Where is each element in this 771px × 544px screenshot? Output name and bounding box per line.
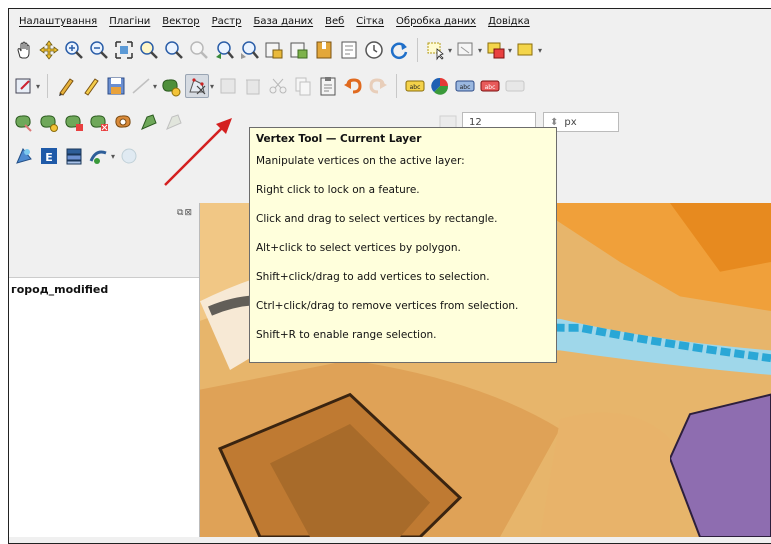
digitize-line-icon[interactable] xyxy=(130,75,152,97)
chevron-down-icon[interactable]: ▾ xyxy=(448,46,452,55)
toggle-editing-pencil-icon[interactable] xyxy=(80,75,102,97)
zoom-in-icon[interactable] xyxy=(63,39,85,61)
digitizing-toolbar: ▾ ▾ ▾ abc abc abc xyxy=(9,69,771,103)
refresh-icon[interactable] xyxy=(388,39,410,61)
label-pin-icon[interactable]: abc xyxy=(454,75,476,97)
toolbar-separator xyxy=(396,74,398,98)
label-highlight-icon[interactable]: abc xyxy=(479,75,501,97)
diagram-icon[interactable] xyxy=(429,75,451,97)
tooltip-line: Alt+click to select vertices by polygon. xyxy=(256,242,461,254)
pan-hand-icon[interactable] xyxy=(13,39,35,61)
menu-bar: Налаштування Плагіни Вектор Растр База д… xyxy=(9,9,771,33)
rotate-feature-icon[interactable] xyxy=(163,111,185,133)
font-unit-label: px xyxy=(564,116,577,128)
chevron-down-icon[interactable]: ▾ xyxy=(153,82,157,91)
zoom-last-icon[interactable] xyxy=(213,39,235,61)
delete-selected-icon[interactable] xyxy=(242,75,264,97)
menu-help[interactable]: Довідка xyxy=(482,16,536,27)
zoom-native-icon[interactable] xyxy=(188,39,210,61)
toggle-editing-icon[interactable] xyxy=(55,75,77,97)
tooltip-line: Shift+click/drag to add vertices to sele… xyxy=(256,271,490,283)
chevron-down-icon[interactable]: ▾ xyxy=(111,152,115,161)
layers-panel-header: ⧉⊠ xyxy=(9,203,199,278)
menu-database[interactable]: База даних xyxy=(247,16,319,27)
fill-ring-icon[interactable] xyxy=(113,111,135,133)
zoom-to-layer-icon[interactable] xyxy=(163,39,185,61)
svg-text:abc: abc xyxy=(460,84,471,91)
modify-attributes-icon[interactable] xyxy=(217,75,239,97)
menu-vector[interactable]: Вектор xyxy=(156,16,205,27)
map-navigation-toolbar: ▾ ▾ ▾ ▾ xyxy=(9,33,771,67)
vertex-tool-tooltip: Vertex Tool — Current Layer Manipulate v… xyxy=(249,127,557,363)
globe-icon[interactable] xyxy=(118,145,140,167)
chevron-down-icon[interactable]: ▾ xyxy=(210,82,214,91)
layer-stack-icon[interactable] xyxy=(63,145,85,167)
menu-web[interactable]: Веб xyxy=(319,16,350,27)
tooltip-line: Shift+R to enable range selection. xyxy=(256,329,437,341)
zoom-to-selection-icon[interactable] xyxy=(138,39,160,61)
svg-text:E: E xyxy=(45,151,53,164)
menu-raster[interactable]: Растр xyxy=(206,16,248,27)
new-map-view-icon[interactable] xyxy=(263,39,285,61)
menu-settings[interactable]: Налаштування xyxy=(9,16,103,27)
copy-features-icon[interactable] xyxy=(292,75,314,97)
layers-panel: ⧉⊠ город_modified xyxy=(9,203,200,537)
gps-icon[interactable] xyxy=(13,145,35,167)
show-bookmarks-icon[interactable] xyxy=(338,39,360,61)
chevron-down-icon[interactable]: ▾ xyxy=(36,82,40,91)
tooltip-line: Right click to lock on a feature. xyxy=(256,184,420,196)
toolbar-separator xyxy=(47,74,49,98)
tooltip-line: Click and drag to select vertices by rec… xyxy=(256,213,498,225)
save-edits-icon[interactable] xyxy=(105,75,127,97)
select-by-value-icon[interactable] xyxy=(485,39,507,61)
label-toolbar-icon[interactable]: abc xyxy=(404,75,426,97)
panel-float-close-icons[interactable]: ⧉⊠ xyxy=(177,208,193,218)
new-3d-view-icon[interactable] xyxy=(288,39,310,61)
select-location-icon[interactable] xyxy=(515,39,537,61)
chevron-down-icon[interactable]: ▾ xyxy=(478,46,482,55)
toolbar-separator xyxy=(417,38,418,62)
tooltip-title: Vertex Tool — Current Layer xyxy=(256,133,422,145)
undo-icon[interactable] xyxy=(342,75,364,97)
svg-text:abc: abc xyxy=(410,84,421,91)
split-features-icon[interactable] xyxy=(63,111,85,133)
chevron-down-icon[interactable]: ▾ xyxy=(508,46,512,55)
tooltip-line: Manipulate vertices on the active layer: xyxy=(256,155,465,167)
zoom-full-icon[interactable] xyxy=(113,39,135,61)
layer-item[interactable]: город_modified xyxy=(11,283,108,296)
label-show-hide-icon[interactable] xyxy=(504,75,526,97)
vertex-tool-icon[interactable] xyxy=(185,74,210,98)
menu-processing[interactable]: Обробка даних xyxy=(390,16,482,27)
zoom-next-icon[interactable] xyxy=(238,39,260,61)
deselect-features-icon[interactable] xyxy=(455,39,477,61)
redo-icon[interactable] xyxy=(367,75,389,97)
add-polygon-icon[interactable] xyxy=(160,75,182,97)
layout-e-icon[interactable]: E xyxy=(38,145,60,167)
pan-to-selection-icon[interactable] xyxy=(38,39,60,61)
tooltip-line: Ctrl+click/drag to remove vertices from … xyxy=(256,300,519,312)
reshape-features-icon[interactable] xyxy=(13,111,35,133)
zoom-out-icon[interactable] xyxy=(88,39,110,61)
select-features-icon[interactable] xyxy=(425,39,447,61)
chevron-down-icon[interactable]: ▾ xyxy=(538,46,542,55)
merge-features-icon[interactable] xyxy=(88,111,110,133)
simplify-feature-icon[interactable] xyxy=(138,111,160,133)
offset-curve-icon[interactable] xyxy=(38,111,60,133)
temporal-controller-icon[interactable] xyxy=(363,39,385,61)
georeferencer-icon[interactable] xyxy=(88,145,110,167)
cut-features-icon[interactable] xyxy=(267,75,289,97)
paste-features-icon[interactable] xyxy=(317,75,339,97)
spin-arrows-icon: ⬍ xyxy=(550,116,559,128)
current-edits-icon[interactable] xyxy=(13,75,35,97)
new-bookmark-icon[interactable] xyxy=(313,39,335,61)
menu-plugins[interactable]: Плагіни xyxy=(103,16,156,27)
svg-text:abc: abc xyxy=(485,84,496,91)
menu-mesh[interactable]: Сітка xyxy=(350,16,390,27)
